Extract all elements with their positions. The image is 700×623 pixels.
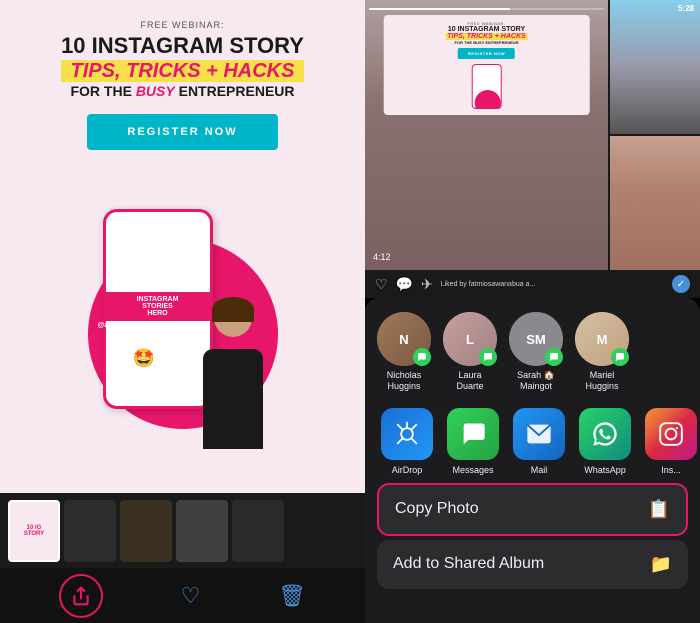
send-action-icon[interactable]: ✈ xyxy=(421,276,433,293)
whatsapp-icon-bg xyxy=(579,408,631,460)
heart-icon[interactable]: ♡ xyxy=(181,583,201,609)
bottom-action-bar: ♡ 🗑 xyxy=(0,568,365,623)
messages-badge-mariel xyxy=(611,348,629,366)
phone-inner-sub xyxy=(156,321,160,325)
contacts-row: N NicholasHuggins L L xyxy=(365,298,700,400)
emoji-overlay: 🤩 xyxy=(133,348,155,369)
thumbnail-bar: 10 IGSTORY xyxy=(0,493,365,568)
handle-text: @alexbeadon xyxy=(98,322,143,329)
story-title-2: TIPS, TRICKS + HACKS xyxy=(445,33,527,40)
share-button[interactable] xyxy=(59,574,103,618)
main-title: 10 INSTAGRAM STORY TIPS, TRICKS + HACKS … xyxy=(61,34,304,100)
story-side-photos: 5:28 xyxy=(610,0,700,270)
add-shared-album-row[interactable]: Add to Shared Album 📁 xyxy=(377,540,688,589)
phone-graphic: INSTAGRAMSTORIESHERO 🤩 @alexbeadon xyxy=(73,169,293,449)
story-title-3: FOR THE busy ENTREPRENEUR xyxy=(455,40,519,45)
story-main: FREE WEBINAR: 10 INSTAGRAM STORY TIPS, T… xyxy=(365,0,608,270)
app-messages[interactable]: Messages xyxy=(443,408,503,475)
contact-name-mariel: MarielHuggins xyxy=(585,370,618,392)
mail-label: Mail xyxy=(531,465,548,475)
story-title-1: 10 INSTAGRAM STORY xyxy=(448,26,525,33)
face-photo xyxy=(610,136,700,270)
thumbnail-4[interactable] xyxy=(176,500,228,562)
contact-avatar-wrapper-sarah: SM xyxy=(509,312,563,366)
contact-avatar-wrapper-nicholas: N xyxy=(377,312,431,366)
add-shared-album-label: Add to Shared Album xyxy=(393,555,544,573)
app-mail[interactable]: Mail xyxy=(509,408,569,475)
story-action-row: ♡ 💬 ✈ Liked by fatmiosawanabua a... ✓ xyxy=(365,270,700,298)
whatsapp-icon xyxy=(591,420,619,448)
thumbnail-3[interactable] xyxy=(120,500,172,562)
story-time: 4:12 xyxy=(373,252,391,262)
action-list: Copy Photo 📋 Add to Shared Album 📁 xyxy=(365,483,700,623)
airdrop-label: AirDrop xyxy=(392,465,423,475)
copy-photo-label: Copy Photo xyxy=(395,500,479,518)
messages-label: Messages xyxy=(452,465,493,475)
copy-photo-row[interactable]: Copy Photo 📋 xyxy=(377,483,688,536)
contact-name-nicholas: NicholasHuggins xyxy=(387,370,422,392)
story-card-overlay: FREE WEBINAR: 10 INSTAGRAM STORY TIPS, T… xyxy=(383,15,590,115)
left-content: FREE WEBINAR: 10 INSTAGRAM STORY TIPS, T… xyxy=(0,0,365,493)
messages-icon xyxy=(459,420,487,448)
contact-sarah[interactable]: SM Sarah 🏠Maingot xyxy=(509,312,563,392)
messages-icon-bg xyxy=(447,408,499,460)
add-shared-album-icon: 📁 xyxy=(650,554,672,575)
status-time: 5:28 xyxy=(678,4,694,13)
instagram-icon-bg xyxy=(645,408,697,460)
heart-action-icon[interactable]: ♡ xyxy=(375,276,388,293)
register-button[interactable]: REGISTER NOW xyxy=(87,114,277,150)
thumbnail-selected[interactable]: 10 IGSTORY xyxy=(8,500,60,562)
contact-nicholas[interactable]: N NicholasHuggins xyxy=(377,312,431,392)
contact-avatar-wrapper-laura: L xyxy=(443,312,497,366)
messages-badge-sarah xyxy=(545,348,563,366)
title-line1: 10 INSTAGRAM STORY xyxy=(61,34,304,58)
app-instagram[interactable]: Ins... xyxy=(641,408,700,475)
story-preview: FREE WEBINAR: 10 INSTAGRAM STORY TIPS, T… xyxy=(365,0,700,270)
left-panel: FREE WEBINAR: 10 INSTAGRAM STORY TIPS, T… xyxy=(0,0,365,623)
right-panel: FREE WEBINAR: 10 INSTAGRAM STORY TIPS, T… xyxy=(365,0,700,623)
thumbnail-2[interactable] xyxy=(64,500,116,562)
trash-icon[interactable]: 🗑 xyxy=(278,583,306,609)
messages-badge-laura xyxy=(479,348,497,366)
contact-name-sarah: Sarah 🏠Maingot xyxy=(517,370,555,392)
check-badge: ✓ xyxy=(672,275,690,293)
contact-avatar-wrapper-mariel: M xyxy=(575,312,629,366)
contact-laura[interactable]: L LauraDuarte xyxy=(443,312,497,392)
story-progress-bar xyxy=(369,8,604,10)
app-airdrop[interactable]: AirDrop xyxy=(377,408,437,475)
share-sheet: N NicholasHuggins L L xyxy=(365,298,700,623)
story-pink-circle-mini xyxy=(474,90,500,109)
airdrop-icon xyxy=(393,420,421,448)
webinar-label: FREE WEBINAR: xyxy=(140,20,224,30)
story-phone-mini xyxy=(471,64,501,109)
copy-photo-icon: 📋 xyxy=(648,499,670,520)
bridge-photo xyxy=(610,0,700,134)
comment-action-icon[interactable]: 💬 xyxy=(396,276,413,293)
share-icon xyxy=(71,586,91,606)
instagram-label: Ins... xyxy=(661,465,681,475)
whatsapp-label: WhatsApp xyxy=(584,465,626,475)
contact-mariel[interactable]: M MarielHuggins xyxy=(575,312,629,392)
story-register-button: REGISTER NOW xyxy=(458,48,515,59)
instagram-icon xyxy=(658,421,684,447)
airdrop-icon-bg xyxy=(381,408,433,460)
app-whatsapp[interactable]: WhatsApp xyxy=(575,408,635,475)
contact-name-laura: LauraDuarte xyxy=(456,370,483,392)
apps-row: AirDrop Messages Mail xyxy=(365,400,700,483)
mail-icon-bg xyxy=(513,408,565,460)
title-line2: TIPS, TRICKS + HACKS xyxy=(61,60,304,82)
woman-figure xyxy=(188,289,278,449)
story-progress-fill xyxy=(369,8,510,10)
mail-icon xyxy=(525,420,553,448)
thumbnail-5[interactable] xyxy=(232,500,284,562)
title-line3: FOR THE busy ENTREPRENEUR xyxy=(61,84,304,99)
messages-badge-nicholas xyxy=(413,348,431,366)
liked-text: Liked by fatmiosawanabua a... xyxy=(441,281,664,288)
